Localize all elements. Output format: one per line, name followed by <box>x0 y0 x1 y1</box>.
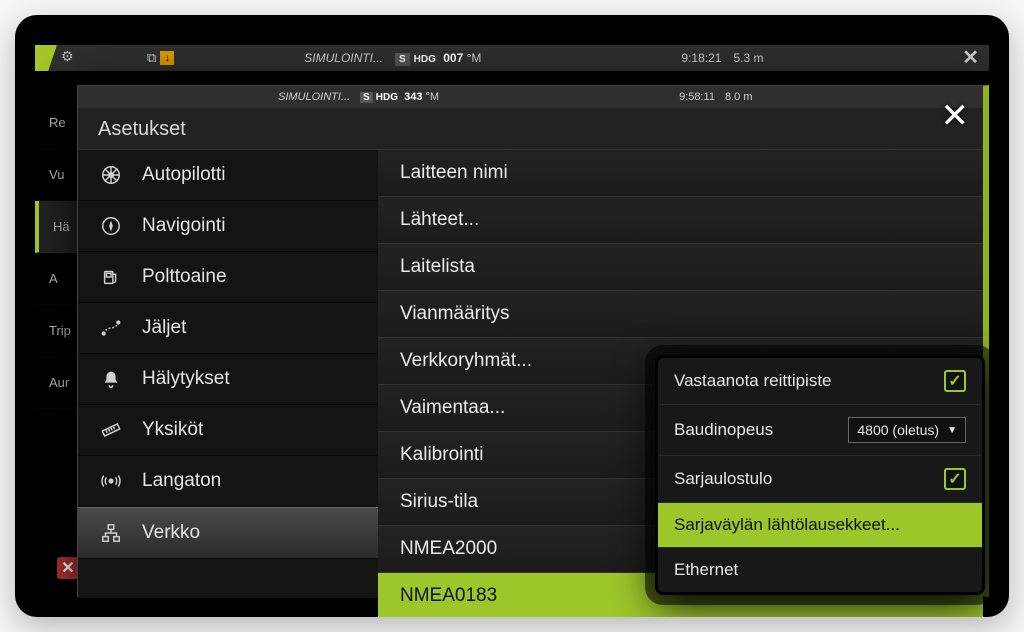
chevron-down-icon: ▼ <box>947 425 957 436</box>
depth-readout: 8.0 m <box>725 91 753 103</box>
wheel-icon <box>98 164 124 186</box>
settings-row[interactable]: Laitelista <box>378 244 983 291</box>
clock: 9:18:21 <box>681 51 721 65</box>
nav-item-wireless[interactable]: Langaton <box>78 456 378 507</box>
ruler-icon <box>98 419 124 441</box>
track-icon <box>98 317 124 339</box>
nav-label: Jäljet <box>142 317 186 339</box>
depth-readout: 5.3 m <box>733 51 763 65</box>
nmea0183-popup: Vastaanota reittipiste Baudinopeus 4800 (o… <box>655 355 985 595</box>
network-icon <box>98 522 124 544</box>
nav-item-fuel[interactable]: Polttoaine <box>78 252 378 303</box>
settings-row[interactable]: Vianmääritys <box>378 291 983 338</box>
nav-item-bell[interactable]: Hälytykset <box>78 354 378 405</box>
nav-item-wheel[interactable]: Autopilotti <box>78 150 378 201</box>
popup-row-label: Sarjaväylän lähtölausekkeet... <box>674 515 900 535</box>
wireless-icon <box>98 470 124 492</box>
front-topbar: SIMULOINTI... SHDG 343 °M 9:58:11 8.0 m <box>78 86 983 108</box>
nav-item-track[interactable]: Jäljet <box>78 303 378 354</box>
bell-icon <box>98 368 124 390</box>
clock: 9:58:11 <box>679 91 715 103</box>
gear-icon[interactable]: ⚙ <box>61 48 74 65</box>
network-status-icon: ⧉↓ <box>147 50 174 66</box>
nav-item-ruler[interactable]: Yksiköt <box>78 405 378 456</box>
nav-label: Langaton <box>142 470 221 492</box>
popup-row-label: Baudinopeus <box>674 420 773 440</box>
select-value: 4800 (oletus) <box>857 422 939 438</box>
nav-label: Hälytykset <box>142 368 230 390</box>
baudrate-select[interactable]: 4800 (oletus) ▼ <box>848 417 966 443</box>
nav-label: Autopilotti <box>142 164 225 186</box>
settings-nav: Autopilotti Navigointi Polttoaine Jäljet… <box>78 150 378 598</box>
popup-row[interactable]: Baudinopeus 4800 (oletus) ▼ <box>658 405 982 456</box>
nav-label: Navigointi <box>142 215 225 237</box>
back-topbar: ⚙ ⧉↓ SIMULOINTI... SHDG 007 °M 9:18:21 5… <box>35 45 989 71</box>
popup-row[interactable]: Vastaanota reittipiste <box>658 358 982 405</box>
nav-label: Yksiköt <box>142 419 203 441</box>
alert-close-icon[interactable]: ✕ <box>57 557 79 579</box>
nav-item-compass[interactable]: Navigointi <box>78 201 378 252</box>
popup-row-label: Vastaanota reittipiste <box>674 371 832 391</box>
close-icon[interactable]: ✕ <box>962 45 979 70</box>
popup-row[interactable]: Sarjaväylän lähtölausekkeet... <box>658 503 982 548</box>
popup-row[interactable]: Ethernet <box>658 548 982 592</box>
compass-icon <box>98 215 124 237</box>
simulation-label: SIMULOINTI... <box>304 51 383 65</box>
popup-row-label: Ethernet <box>674 560 738 580</box>
heading-readout: SHDG 007 °M <box>395 51 481 65</box>
settings-row[interactable]: Laitteen nimi <box>378 150 983 197</box>
fuel-icon <box>98 266 124 288</box>
corner-accent <box>35 45 57 71</box>
popup-row[interactable]: Sarjaulostulo <box>658 456 982 503</box>
heading-readout: SHDG 343 °M <box>360 91 439 103</box>
nav-item-network[interactable]: Verkko <box>78 507 378 559</box>
checkbox[interactable] <box>944 468 966 490</box>
nav-label: Verkko <box>142 522 200 544</box>
nav-label: Polttoaine <box>142 266 227 288</box>
checkbox[interactable] <box>944 370 966 392</box>
popup-row-label: Sarjaulostulo <box>674 469 772 489</box>
settings-title: Asetukset <box>78 108 983 150</box>
settings-row[interactable]: Lähteet... <box>378 197 983 244</box>
close-button[interactable]: ✕ <box>941 96 970 136</box>
simulation-label: SIMULOINTI... <box>278 91 350 103</box>
